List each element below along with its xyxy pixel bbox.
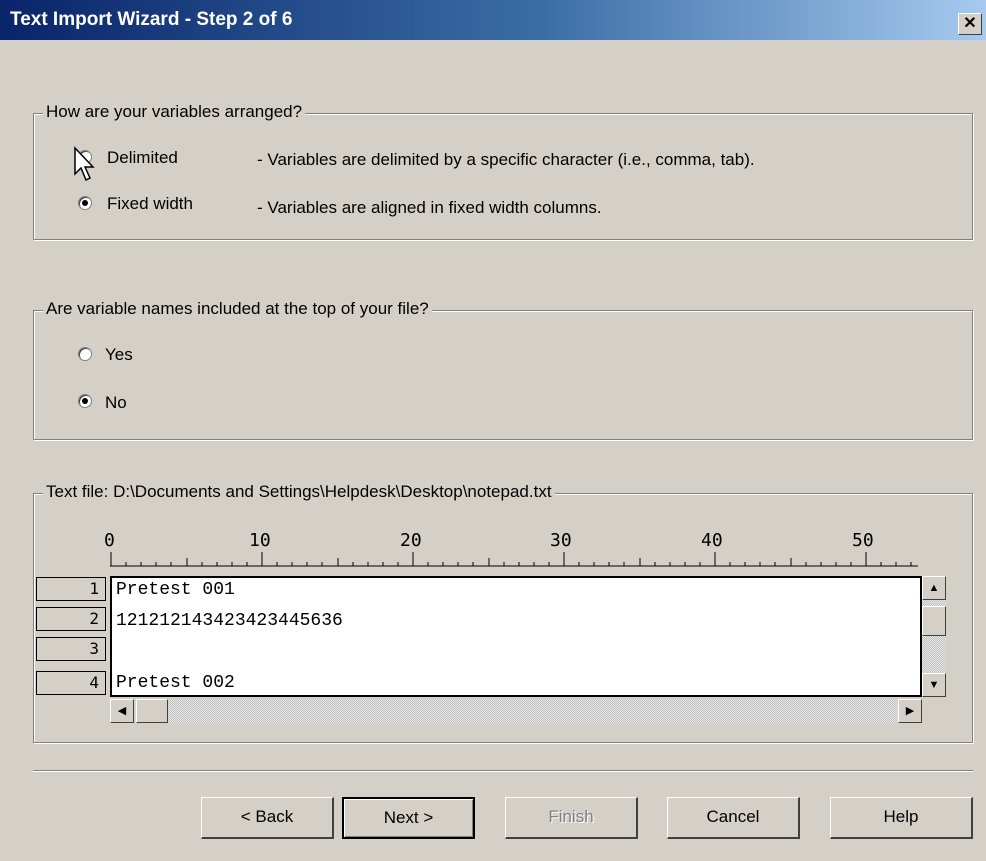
horizontal-scrollbar[interactable]: ◀ ▶ — [110, 699, 922, 723]
column-ruler[interactable]: 0 10 20 30 40 50 — [104, 530, 920, 570]
preview-text-area[interactable]: Pretest 001 121212143423423445636 Pretes… — [110, 576, 922, 697]
fixed-width-label[interactable]: Fixed width — [107, 194, 193, 214]
names-yes-label[interactable]: Yes — [105, 345, 133, 365]
ruler-ticks — [110, 552, 918, 567]
finish-button: Finish — [505, 797, 638, 839]
preview-line: Pretest 002 — [116, 673, 235, 693]
row-number: 3 — [36, 637, 106, 661]
close-button[interactable]: ✕ — [958, 13, 982, 35]
ruler-label-0: 0 — [104, 530, 115, 551]
file-preview: 1 2 3 4 Pretest 001 12121214342342344563… — [36, 576, 946, 697]
ruler-label-50: 50 — [852, 530, 874, 551]
scroll-thumb[interactable] — [922, 606, 946, 636]
ruler-label-20: 20 — [400, 530, 422, 551]
arrangement-group: How are your variables arranged? — [33, 102, 973, 240]
preview-line: 121212143423423445636 — [116, 611, 343, 631]
preview-line: Pretest 001 — [116, 580, 235, 600]
close-icon: ✕ — [963, 15, 977, 32]
help-button[interactable]: Help — [830, 797, 973, 839]
separator — [33, 770, 973, 772]
scroll-right-arrow-icon[interactable]: ▶ — [898, 699, 922, 723]
back-button[interactable]: < Back — [201, 797, 334, 839]
mouse-pointer-icon — [74, 146, 95, 182]
scroll-down-arrow-icon[interactable]: ▼ — [922, 673, 946, 697]
window-title: Text Import Wizard - Step 2 of 6 — [10, 9, 293, 30]
text-file-group-title: Text file: D:\Documents and Settings\Hel… — [43, 482, 555, 502]
ruler-label-30: 30 — [550, 530, 572, 551]
scroll-up-arrow-icon[interactable]: ▲ — [922, 576, 946, 600]
variable-names-group: Are variable names included at the top o… — [33, 299, 973, 440]
ruler-label-40: 40 — [701, 530, 723, 551]
row-number: 4 — [36, 671, 106, 695]
delimited-label[interactable]: Delimited — [107, 148, 178, 168]
fixed-width-radio[interactable] — [78, 196, 92, 210]
arrangement-group-title: How are your variables arranged? — [43, 102, 306, 122]
vertical-scrollbar[interactable]: ▲ ▼ — [922, 576, 946, 697]
cancel-button[interactable]: Cancel — [667, 797, 800, 839]
variable-names-group-title: Are variable names included at the top o… — [43, 299, 432, 319]
ruler-label-10: 10 — [249, 530, 271, 551]
row-number: 1 — [36, 577, 106, 601]
names-no-label[interactable]: No — [105, 393, 127, 413]
title-bar: Text Import Wizard - Step 2 of 6 ✕ — [0, 0, 986, 40]
row-number: 2 — [36, 607, 106, 631]
names-yes-radio[interactable] — [78, 347, 92, 361]
delimited-description: - Variables are delimited by a specific … — [257, 150, 755, 169]
next-button[interactable]: Next > — [342, 797, 475, 839]
scroll-left-arrow-icon[interactable]: ◀ — [110, 699, 134, 723]
fixed-width-description: - Variables are aligned in fixed width c… — [257, 198, 602, 217]
names-no-radio[interactable] — [78, 394, 92, 408]
hscroll-thumb[interactable] — [136, 699, 168, 723]
